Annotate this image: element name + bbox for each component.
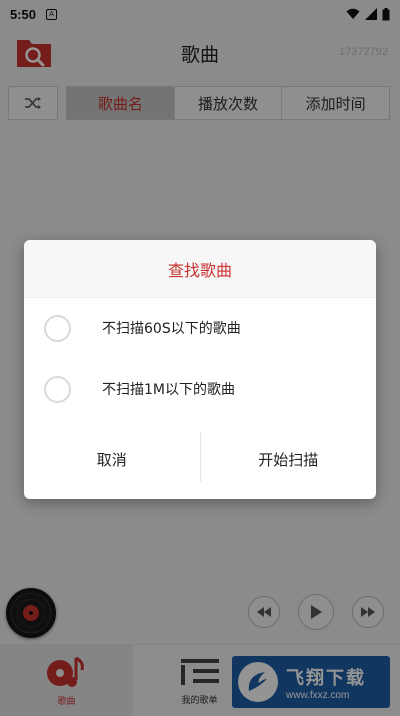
radio-skip-1m[interactable]: [44, 375, 71, 403]
cancel-button[interactable]: 取消: [24, 436, 200, 482]
start-scan-button[interactable]: 开始扫描: [201, 436, 377, 482]
scan-dialog: 查找歌曲 不扫描60S以下的歌曲 不扫描1M以下的歌曲 取消 开始扫描: [24, 240, 376, 499]
dialog-actions: 取消 开始扫描: [24, 432, 377, 482]
dialog-header: 查找歌曲: [24, 240, 376, 298]
dialog-title: 查找歌曲: [167, 260, 232, 280]
radio-skip-60s[interactable]: [44, 314, 71, 342]
option-skip-60s[interactable]: 不扫描60S以下的歌曲: [24, 300, 376, 356]
option-label: 不扫描60S以下的歌曲: [102, 321, 241, 337]
option-skip-1m[interactable]: 不扫描1M以下的歌曲: [24, 361, 376, 417]
option-label: 不扫描1M以下的歌曲: [102, 382, 235, 398]
